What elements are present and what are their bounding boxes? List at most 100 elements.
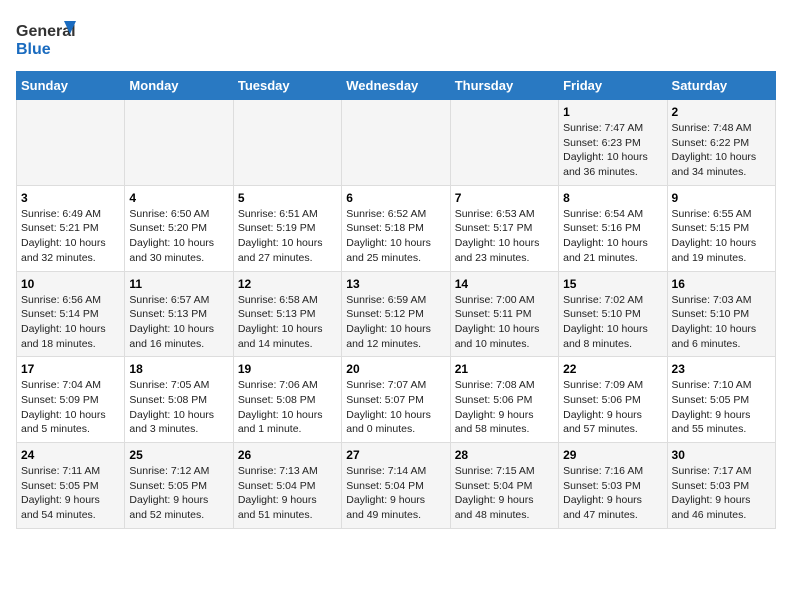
day-info: Sunrise: 7:07 AM Sunset: 5:07 PM Dayligh…: [346, 378, 445, 437]
day-info: Sunrise: 7:10 AM Sunset: 5:05 PM Dayligh…: [672, 378, 771, 437]
calendar-week-row: 3 Sunrise: 6:49 AM Sunset: 5:21 PM Daylig…: [17, 185, 776, 271]
calendar-day-cell: [233, 100, 341, 186]
day-number: 8: [563, 191, 662, 205]
calendar-day-cell: 5 Sunrise: 6:51 AM Sunset: 5:19 PM Daylig…: [233, 185, 341, 271]
calendar-day-cell: 4 Sunrise: 6:50 AM Sunset: 5:20 PM Daylig…: [125, 185, 233, 271]
day-info: Sunrise: 6:50 AM Sunset: 5:20 PM Dayligh…: [129, 207, 228, 266]
day-number: 5: [238, 191, 337, 205]
calendar-day-cell: [450, 100, 558, 186]
day-number: 20: [346, 362, 445, 376]
calendar-day-cell: 26 Sunrise: 7:13 AM Sunset: 5:04 PM Dayli…: [233, 443, 341, 529]
day-info: Sunrise: 7:48 AM Sunset: 6:22 PM Dayligh…: [672, 121, 771, 180]
calendar-day-cell: 9 Sunrise: 6:55 AM Sunset: 5:15 PM Daylig…: [667, 185, 775, 271]
day-number: 18: [129, 362, 228, 376]
day-number: 25: [129, 448, 228, 462]
day-number: 6: [346, 191, 445, 205]
day-number: 7: [455, 191, 554, 205]
calendar-day-cell: 19Sunrise: 7:06 AM Sunset: 5:08 PM Dayli…: [233, 357, 341, 443]
calendar-day-cell: 1 Sunrise: 7:47 AM Sunset: 6:23 PM Daylig…: [559, 100, 667, 186]
day-info: Sunrise: 6:53 AM Sunset: 5:17 PM Dayligh…: [455, 207, 554, 266]
calendar-day-cell: 12 Sunrise: 6:58 AM Sunset: 5:13 PM Dayli…: [233, 271, 341, 357]
day-info: Sunrise: 7:16 AM Sunset: 5:03 PM Dayligh…: [563, 464, 662, 523]
calendar-day-cell: 28 Sunrise: 7:15 AM Sunset: 5:04 PM Dayli…: [450, 443, 558, 529]
day-of-week-header: Saturday: [667, 72, 775, 100]
day-number: 16: [672, 277, 771, 291]
calendar-table: SundayMondayTuesdayWednesdayThursdayFrid…: [16, 71, 776, 529]
day-number: 30: [672, 448, 771, 462]
day-number: 2: [672, 105, 771, 119]
day-info: Sunrise: 7:08 AM Sunset: 5:06 PM Dayligh…: [455, 378, 554, 437]
day-info: Sunrise: 7:02 AM Sunset: 5:10 PM Dayligh…: [563, 293, 662, 352]
calendar-day-cell: 30 Sunrise: 7:17 AM Sunset: 5:03 PM Dayli…: [667, 443, 775, 529]
day-number: 26: [238, 448, 337, 462]
day-number: 13: [346, 277, 445, 291]
calendar-day-cell: 16 Sunrise: 7:03 AM Sunset: 5:10 PM Dayli…: [667, 271, 775, 357]
calendar-day-cell: 10Sunrise: 6:56 AM Sunset: 5:14 PM Dayli…: [17, 271, 125, 357]
calendar-day-cell: 27 Sunrise: 7:14 AM Sunset: 5:04 PM Dayli…: [342, 443, 450, 529]
calendar-day-cell: [342, 100, 450, 186]
calendar-day-cell: [125, 100, 233, 186]
day-of-week-header: Friday: [559, 72, 667, 100]
calendar-day-cell: 21 Sunrise: 7:08 AM Sunset: 5:06 PM Dayli…: [450, 357, 558, 443]
calendar-day-cell: 23 Sunrise: 7:10 AM Sunset: 5:05 PM Dayli…: [667, 357, 775, 443]
svg-text:Blue: Blue: [16, 41, 51, 58]
calendar-week-row: 10Sunrise: 6:56 AM Sunset: 5:14 PM Dayli…: [17, 271, 776, 357]
day-info: Sunrise: 7:17 AM Sunset: 5:03 PM Dayligh…: [672, 464, 771, 523]
calendar-day-cell: 15 Sunrise: 7:02 AM Sunset: 5:10 PM Dayli…: [559, 271, 667, 357]
day-info: Sunrise: 7:09 AM Sunset: 5:06 PM Dayligh…: [563, 378, 662, 437]
calendar-day-cell: 11Sunrise: 6:57 AM Sunset: 5:13 PM Dayli…: [125, 271, 233, 357]
day-info: Sunrise: 7:03 AM Sunset: 5:10 PM Dayligh…: [672, 293, 771, 352]
day-of-week-header: Tuesday: [233, 72, 341, 100]
day-number: 24: [21, 448, 120, 462]
calendar-day-cell: 14 Sunrise: 7:00 AM Sunset: 5:11 PM Dayli…: [450, 271, 558, 357]
calendar-day-cell: 17 Sunrise: 7:04 AM Sunset: 5:09 PM Dayli…: [17, 357, 125, 443]
day-info: Sunrise: 7:12 AM Sunset: 5:05 PM Dayligh…: [129, 464, 228, 523]
day-info: Sunrise: 7:47 AM Sunset: 6:23 PM Dayligh…: [563, 121, 662, 180]
calendar-week-row: 24 Sunrise: 7:11 AM Sunset: 5:05 PM Dayli…: [17, 443, 776, 529]
day-number: 28: [455, 448, 554, 462]
day-info: Sunrise: 6:56 AM Sunset: 5:14 PM Dayligh…: [21, 293, 120, 352]
day-number: 4: [129, 191, 228, 205]
calendar-day-cell: 29 Sunrise: 7:16 AM Sunset: 5:03 PM Dayli…: [559, 443, 667, 529]
day-info: Sunrise: 6:58 AM Sunset: 5:13 PM Dayligh…: [238, 293, 337, 352]
day-number: 1: [563, 105, 662, 119]
day-number: 27: [346, 448, 445, 462]
day-info: Sunrise: 7:00 AM Sunset: 5:11 PM Dayligh…: [455, 293, 554, 352]
day-number: 29: [563, 448, 662, 462]
calendar-day-cell: 24 Sunrise: 7:11 AM Sunset: 5:05 PM Dayli…: [17, 443, 125, 529]
day-info: Sunrise: 7:13 AM Sunset: 5:04 PM Dayligh…: [238, 464, 337, 523]
day-number: 21: [455, 362, 554, 376]
day-info: Sunrise: 7:04 AM Sunset: 5:09 PM Dayligh…: [21, 378, 120, 437]
day-info: Sunrise: 7:14 AM Sunset: 5:04 PM Dayligh…: [346, 464, 445, 523]
day-of-week-header: Thursday: [450, 72, 558, 100]
day-info: Sunrise: 6:49 AM Sunset: 5:21 PM Dayligh…: [21, 207, 120, 266]
day-of-week-header: Wednesday: [342, 72, 450, 100]
day-number: 19: [238, 362, 337, 376]
day-number: 23: [672, 362, 771, 376]
day-number: 14: [455, 277, 554, 291]
calendar-day-cell: [17, 100, 125, 186]
calendar-week-row: 17 Sunrise: 7:04 AM Sunset: 5:09 PM Dayli…: [17, 357, 776, 443]
day-info: Sunrise: 6:55 AM Sunset: 5:15 PM Dayligh…: [672, 207, 771, 266]
day-of-week-header: Sunday: [17, 72, 125, 100]
day-number: 17: [21, 362, 120, 376]
day-of-week-header: Monday: [125, 72, 233, 100]
day-number: 22: [563, 362, 662, 376]
day-number: 12: [238, 277, 337, 291]
day-info: Sunrise: 7:15 AM Sunset: 5:04 PM Dayligh…: [455, 464, 554, 523]
calendar-day-cell: 25 Sunrise: 7:12 AM Sunset: 5:05 PM Dayli…: [125, 443, 233, 529]
calendar-header-row: SundayMondayTuesdayWednesdayThursdayFrid…: [17, 72, 776, 100]
calendar-week-row: 1 Sunrise: 7:47 AM Sunset: 6:23 PM Daylig…: [17, 100, 776, 186]
calendar-day-cell: 7 Sunrise: 6:53 AM Sunset: 5:17 PM Daylig…: [450, 185, 558, 271]
day-info: Sunrise: 6:51 AM Sunset: 5:19 PM Dayligh…: [238, 207, 337, 266]
day-info: Sunrise: 6:57 AM Sunset: 5:13 PM Dayligh…: [129, 293, 228, 352]
day-number: 9: [672, 191, 771, 205]
calendar-day-cell: 6Sunrise: 6:52 AM Sunset: 5:18 PM Daylig…: [342, 185, 450, 271]
calendar-day-cell: 22 Sunrise: 7:09 AM Sunset: 5:06 PM Dayli…: [559, 357, 667, 443]
calendar-day-cell: 3 Sunrise: 6:49 AM Sunset: 5:21 PM Daylig…: [17, 185, 125, 271]
day-number: 3: [21, 191, 120, 205]
day-number: 15: [563, 277, 662, 291]
page-header: General Blue: [16, 16, 776, 61]
day-info: Sunrise: 6:59 AM Sunset: 5:12 PM Dayligh…: [346, 293, 445, 352]
day-info: Sunrise: 7:11 AM Sunset: 5:05 PM Dayligh…: [21, 464, 120, 523]
